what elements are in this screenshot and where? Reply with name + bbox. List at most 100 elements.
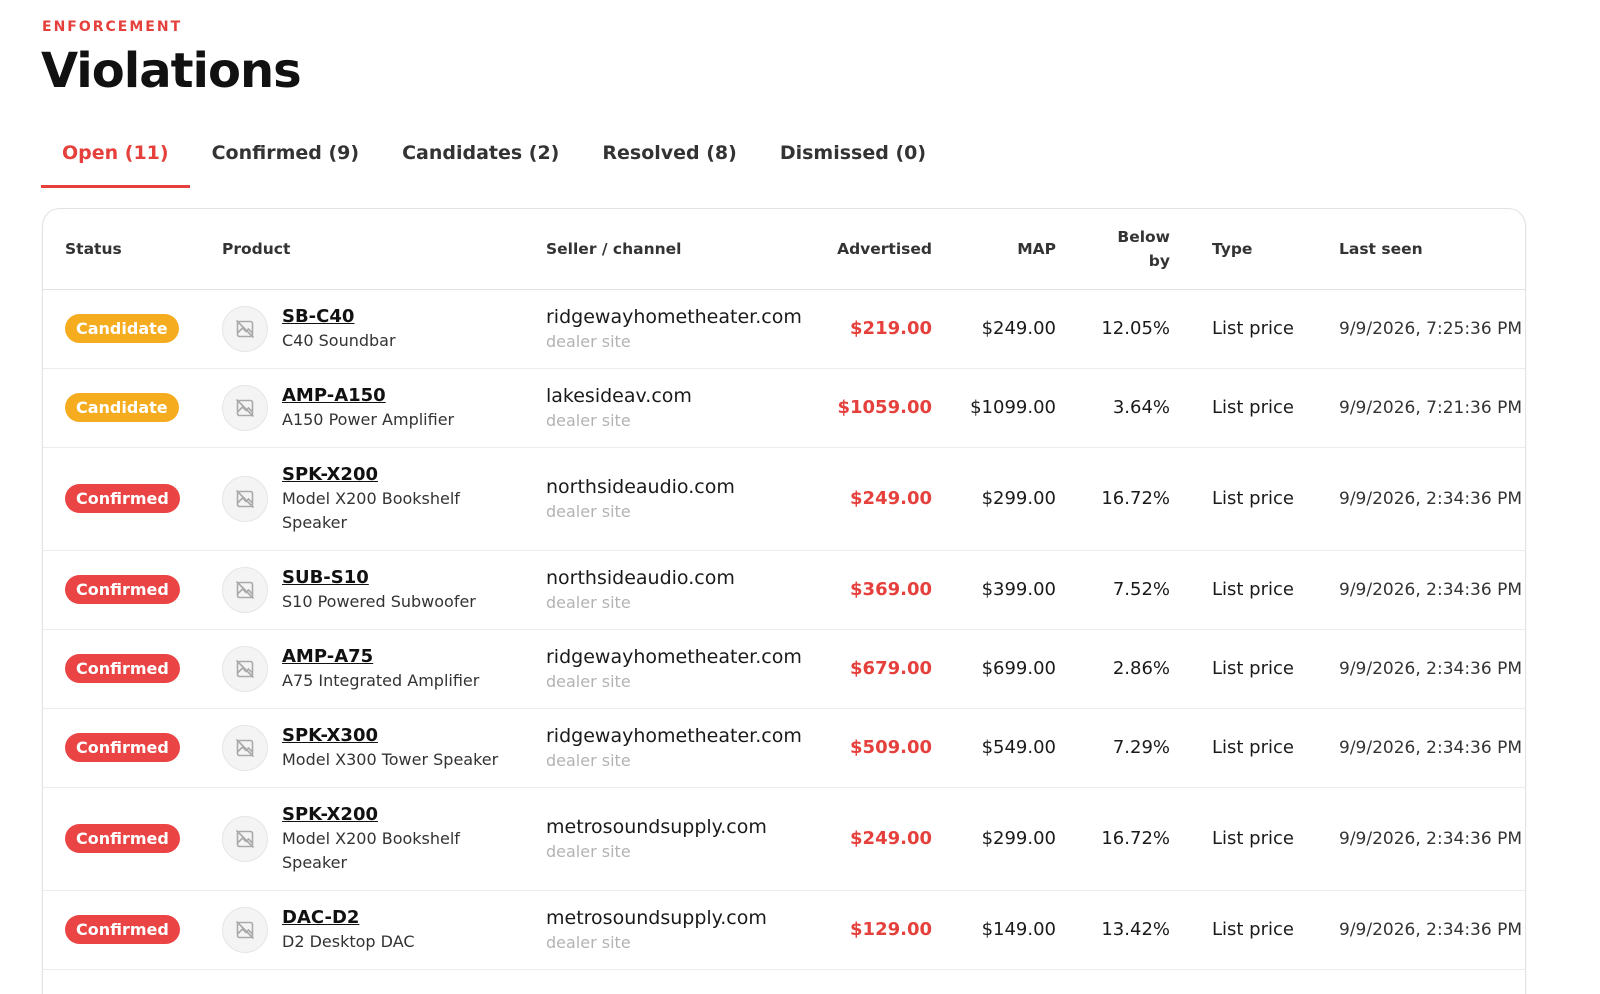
product-info: SPK-X300 Model X300 Tower Speaker <box>222 724 524 772</box>
seller-channel: dealer site <box>546 410 631 430</box>
col-seller[interactable]: Seller / channel <box>524 209 800 290</box>
last-seen: 9/9/2026, 2:34:36 PM <box>1297 447 1525 551</box>
violation-type: List price <box>1170 787 1297 891</box>
product-info: AMP-A75 A75 Integrated Amplifier <box>222 645 524 693</box>
col-product[interactable]: Product <box>200 209 524 290</box>
product-sku-link[interactable]: AMP-A75 <box>282 645 512 669</box>
map-price: $399.00 <box>932 550 1056 630</box>
product-sku-link[interactable]: SPK-X200 <box>282 463 512 487</box>
product-name: S10 Powered Subwoofer <box>282 591 476 611</box>
advertised-price: $509.00 <box>800 708 932 788</box>
status-badge[interactable]: Candidate <box>65 393 179 422</box>
product-info: SPK-X200 Model X200 Bookshelf Speaker <box>222 803 524 875</box>
product-cell: DAC-D2 D2 Desktop DAC <box>200 890 524 970</box>
seller-channel: dealer site <box>546 841 631 861</box>
col-type[interactable]: Type <box>1170 209 1297 290</box>
seller-domain: northsideaudio.com <box>546 475 735 498</box>
product-text: SUB-S10 S10 Powered Subwoofer <box>282 566 512 614</box>
image-unavailable-icon <box>222 384 268 431</box>
product-cell: SPK-X200 Model X200 Bookshelf Speaker <box>200 447 524 551</box>
advertised-price: $679.00 <box>800 629 932 709</box>
image-unavailable-icon <box>222 724 268 771</box>
status-badge[interactable]: Confirmed <box>65 915 180 944</box>
col-advertised[interactable]: Advertised <box>800 209 932 290</box>
product-name: C40 Soundbar <box>282 330 396 350</box>
violations-table-card: Status Product Seller / channel Advertis… <box>42 208 1526 994</box>
status-cell: Confirmed <box>43 787 200 891</box>
col-status[interactable]: Status <box>43 209 200 290</box>
advertised-price: $249.00 <box>800 447 932 551</box>
violation-type: List price <box>1170 708 1297 788</box>
product-sku-link[interactable]: SB-C40 <box>282 305 512 329</box>
map-price: $1099.00 <box>932 368 1056 448</box>
seller-channel: dealer site <box>546 501 631 521</box>
violation-type: List price <box>1170 629 1297 709</box>
tab-candidates[interactable]: Candidates (2) <box>381 130 580 188</box>
seller-domain: ridgewayhometheater.com <box>546 305 802 328</box>
table-row[interactable]: Candidate AMP-A150 A150 Power Amplifier … <box>43 368 1525 448</box>
status-badge[interactable]: Confirmed <box>65 484 180 513</box>
last-seen: 9/9/2026, 2:34:36 PM <box>1297 890 1525 970</box>
table-row[interactable]: Confirmed SPK-X300 Model X300 Tower Spea… <box>43 708 1525 788</box>
below-by-percent: 7.29% <box>1056 708 1170 788</box>
product-cell: SUB-S10 S10 Powered Subwoofer <box>200 550 524 630</box>
product-text: SPK-X200 Model X200 Bookshelf Speaker <box>282 803 512 875</box>
below-by-percent: 12.05% <box>1056 289 1170 369</box>
tab-open[interactable]: Open (11) <box>41 130 190 188</box>
col-below-by[interactable]: Below by <box>1056 209 1170 290</box>
advertised-price: $369.00 <box>800 550 932 630</box>
status-cell: Confirmed <box>43 447 200 551</box>
table-row[interactable]: Candidate SB-C40 C40 Soundbar ridgewayho… <box>43 289 1525 369</box>
status-badge[interactable]: Confirmed <box>65 824 180 853</box>
seller-cell: ridgewayhometheater.com dealer site <box>524 629 802 709</box>
product-cell: SB-C40 C40 Soundbar <box>200 289 524 369</box>
tab-confirmed[interactable]: Confirmed (9) <box>191 130 380 188</box>
product-text: AMP-A150 A150 Power Amplifier <box>282 384 512 432</box>
table-row[interactable]: Confirmed SPK-X200 Model X200 Bookshelf … <box>43 447 1525 551</box>
product-cell: SPK-X300 Model X300 Tower Speaker <box>200 708 524 788</box>
seller-cell: metrosoundsupply.com dealer site <box>524 787 800 891</box>
seller-cell: northsideaudio.com dealer site <box>524 447 800 551</box>
last-seen: 9/9/2026, 2:34:36 PM <box>1297 629 1525 709</box>
table-row[interactable]: Confirmed SPK-X200 Model X200 Bookshelf … <box>43 787 1525 891</box>
seller-channel: dealer site <box>546 331 631 351</box>
image-unavailable-icon <box>222 475 268 522</box>
table-row[interactable]: Confirmed AMP-A75 A75 Integrated Amplifi… <box>43 629 1525 709</box>
seller-domain: ridgewayhometheater.com <box>546 645 802 668</box>
seller-channel: dealer site <box>546 932 631 952</box>
image-unavailable-icon <box>222 645 268 692</box>
seller-domain: lakesideav.com <box>546 384 692 407</box>
product-name: A150 Power Amplifier <box>282 409 455 429</box>
section-eyebrow: ENFORCEMENT <box>42 19 183 35</box>
product-name: Model X200 Bookshelf Speaker <box>282 828 460 872</box>
product-sku-link[interactable]: SPK-X300 <box>282 724 512 748</box>
product-sku-link[interactable]: AMP-A150 <box>282 384 512 408</box>
seller-cell: metrosoundsupply.com dealer site <box>524 890 800 970</box>
status-badge[interactable]: Candidate <box>65 314 179 343</box>
seller-domain: ridgewayhometheater.com <box>546 724 802 747</box>
product-sku-link[interactable]: DAC-D2 <box>282 906 512 930</box>
status-cell: Candidate <box>43 289 200 369</box>
last-seen: 9/9/2026, 2:34:36 PM <box>1297 550 1525 630</box>
product-sku-link[interactable]: SUB-S10 <box>282 566 512 590</box>
last-seen: 9/9/2026, 2:34:36 PM <box>1297 708 1525 788</box>
tab-dismissed[interactable]: Dismissed (0) <box>759 130 947 188</box>
product-sku-link[interactable]: SPK-X200 <box>282 803 512 827</box>
last-seen: 9/9/2026, 7:21:36 PM <box>1297 368 1525 448</box>
status-badge[interactable]: Confirmed <box>65 575 180 604</box>
advertised-price: $129.00 <box>800 890 932 970</box>
table-row[interactable]: Confirmed SUB-S10 S10 Powered Subwoofer … <box>43 550 1525 630</box>
table-row[interactable]: Confirmed DAC-D2 D2 Desktop DAC metrosou… <box>43 890 1525 970</box>
last-seen: 9/9/2026, 2:34:36 PM <box>1297 787 1525 891</box>
status-badge[interactable]: Confirmed <box>65 733 180 762</box>
col-last-seen[interactable]: Last seen <box>1297 209 1525 290</box>
seller-cell: ridgewayhometheater.com dealer site <box>524 708 802 788</box>
col-map[interactable]: MAP <box>932 209 1056 290</box>
tab-resolved[interactable]: Resolved (8) <box>581 130 757 188</box>
status-badge[interactable]: Confirmed <box>65 654 180 683</box>
status-cell: Confirmed <box>43 550 200 630</box>
below-by-percent: 16.72% <box>1056 447 1170 551</box>
product-text: DAC-D2 D2 Desktop DAC <box>282 906 512 954</box>
page-title: Violations <box>41 43 302 99</box>
violations-table: Status Product Seller / channel Advertis… <box>43 209 1525 970</box>
